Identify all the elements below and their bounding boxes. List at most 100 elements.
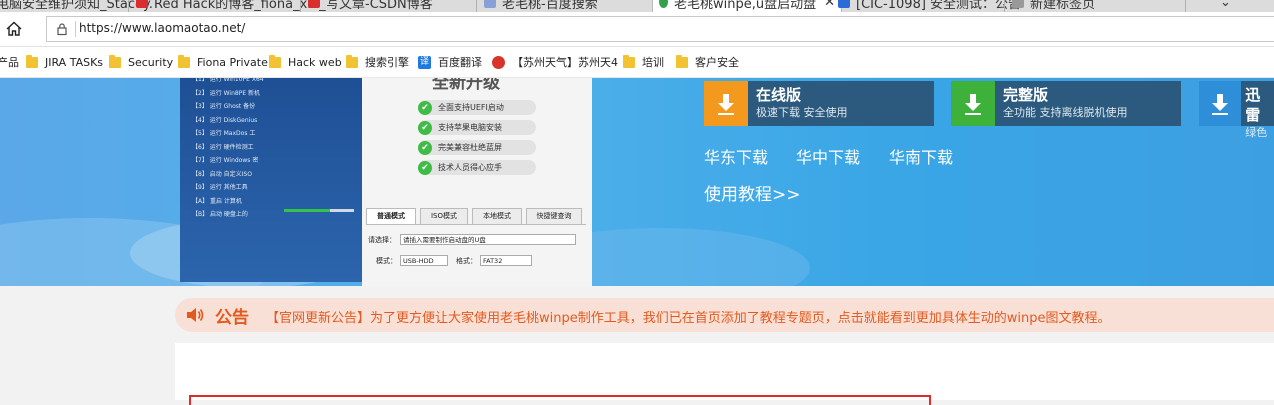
bookmark-fiona-private[interactable]: Fiona Private	[178, 54, 268, 70]
boot-item: 【8】 启动 自定义ISO	[192, 170, 252, 178]
bookmark-search-engines[interactable]: 搜索引擎	[346, 54, 409, 70]
bookmark-baidu-translate[interactable]: 译百度翻译	[418, 54, 482, 70]
mirror-central-link[interactable]: 华中下载	[796, 144, 860, 168]
tab-label: 写文章-CSDN博客	[326, 0, 433, 12]
mode-tab: 本地模式	[472, 208, 522, 224]
tab-separator	[1185, 0, 1186, 12]
bookmark-label: JIRA TASKs	[45, 55, 104, 69]
announcement-bar: 公告 【官网更新公告】为了更方便让大家使用老毛桃winpe制作工具，我们已在首页…	[175, 298, 1274, 332]
bookmark-label: 培训	[642, 56, 664, 69]
bookmark-products[interactable]: 产品	[0, 54, 19, 70]
chevron-down-icon[interactable]: ⌄	[1220, 0, 1231, 12]
tool-window-screenshot: 全新升级 ✔ 全面支持UEFI启动 ✔ 支持苹果电脑安装 ✔ 完美兼容杜绝蓝屏 ✔ 技术…	[362, 78, 592, 286]
download-icon	[1199, 81, 1242, 126]
download-icon	[951, 81, 995, 126]
tab-4[interactable]: 老毛桃-百度搜索	[484, 0, 598, 12]
check-icon: ✔	[418, 140, 432, 155]
mode-tab: ISO模式	[420, 208, 468, 224]
mirror-east-link[interactable]: 华东下载	[704, 144, 768, 168]
boot-item: 【4】 运行 DiskGenius	[192, 116, 258, 124]
url-separator	[75, 21, 76, 37]
download-title: 完整版	[1003, 86, 1049, 104]
bookmark-security[interactable]: Security	[109, 54, 173, 70]
download-online-button[interactable]: 在线版 极速下载 安全使用	[704, 81, 934, 126]
feature-item: ✔ 技术人员得心应手	[418, 160, 536, 175]
bookmarks-bar: 产品 JIRA TASKs Security Fiona Private Hac…	[0, 47, 1274, 78]
bookmark-customer-security[interactable]: 客户安全	[676, 54, 739, 70]
bookmark-training[interactable]: 培训	[623, 54, 664, 70]
folder-icon	[346, 54, 358, 68]
boot-menu-screenshot: 【1】 运行 Win10PE X64 【2】 运行 Win8PE 新机 【3】 …	[180, 78, 370, 282]
bookmark-label: Security	[128, 55, 174, 69]
tab-separator	[1004, 0, 1005, 12]
tab-strip: 电脑安全维护须知_Stacey. Red Hack的博客_fiona_xin_ …	[0, 0, 1274, 12]
mirror-south-link[interactable]: 华南下载	[889, 144, 953, 168]
boot-item: 【A】 重启 计算机	[192, 197, 242, 205]
bookmark-label: Fiona Private	[197, 55, 268, 69]
url-input[interactable]: https://www.laomaotao.net/	[46, 16, 1274, 42]
address-bar: https://www.laomaotao.net/	[0, 12, 1274, 47]
csdn-favicon-icon	[136, 0, 148, 8]
boot-item: 【1】 运行 Win10PE X64	[192, 78, 264, 83]
tab-6[interactable]: [CIC-1098] 安全测试：公告	[838, 0, 1021, 12]
bookmark-label: 【苏州天气】苏州天4	[512, 56, 618, 69]
tab-label: 新建标签页	[1030, 0, 1096, 12]
tab-1[interactable]: 电脑安全维护须知_Stacey.	[0, 0, 153, 12]
format-select: FAT32	[480, 255, 532, 266]
usb-select: 请插入需要制作启动盘的U盘	[400, 234, 576, 245]
bookmark-hack-web[interactable]: Hack web	[269, 54, 342, 70]
search-page-icon	[484, 0, 496, 8]
download-thunder-button[interactable]: 迅雷 绿色	[1199, 81, 1274, 139]
mode-label: 模式：	[376, 257, 397, 265]
home-icon[interactable]	[4, 19, 24, 39]
bookmark-jira-tasks[interactable]: JIRA TASKs	[26, 54, 103, 70]
tab-3[interactable]: 写文章-CSDN博客	[308, 0, 433, 12]
lock-icon[interactable]	[55, 22, 69, 36]
csdn-favicon-icon	[308, 0, 320, 8]
content-red-box	[189, 395, 931, 405]
bookmark-label: 百度翻译	[438, 56, 482, 69]
folder-icon	[676, 54, 688, 68]
download-title: 在线版	[756, 86, 802, 104]
format-label: 格式：	[456, 257, 477, 265]
folder-icon	[26, 54, 38, 68]
download-full-button[interactable]: 完整版 全功能 支持离线脱机使用	[951, 81, 1181, 126]
folder-icon	[109, 54, 121, 68]
bookmark-suzhou-weather[interactable]: 【苏州天气】苏州天4	[492, 54, 618, 70]
tab-label: [CIC-1098] 安全测试：公告	[856, 0, 1022, 12]
speaker-icon	[187, 308, 204, 322]
tab-separator	[128, 0, 129, 12]
feature-item: ✔ 全面支持UEFI启动	[418, 100, 536, 115]
hero-banner: 【1】 运行 Win10PE X64 【2】 运行 Win8PE 新机 【3】 …	[0, 78, 1274, 286]
tab-label: 老毛桃winpe,u盘启动盘	[673, 0, 817, 12]
folder-icon	[623, 54, 635, 68]
boot-item: 【9】 运行 其他工具	[192, 184, 248, 191]
tab-separator	[476, 0, 477, 12]
tab-7[interactable]: 新建标签页	[1012, 0, 1095, 12]
tutorial-link[interactable]: 使用教程>>	[704, 180, 801, 205]
announcement-link[interactable]: 【官网更新公告】为了更方便让大家使用老毛桃winpe制作工具，我们已在首页添加了…	[266, 307, 1110, 326]
boot-item: 【6】 运行 硬件检测工	[192, 143, 254, 151]
translate-icon: 译	[418, 55, 431, 69]
download-subtitle: 全功能 支持离线脱机使用	[1003, 106, 1128, 119]
close-icon[interactable]: ✕	[824, 0, 835, 10]
folder-icon	[178, 54, 190, 68]
bookmark-label: 产品	[0, 56, 19, 69]
tab-2[interactable]: Red Hack的博客_fiona_xin_	[136, 0, 326, 12]
boot-item: 【5】 运行 MaxDos 工	[192, 130, 256, 137]
url-text[interactable]: https://www.laomaotao.net/	[79, 21, 245, 35]
boot-progress-bar	[284, 209, 354, 212]
bookmark-label: Hack web	[288, 55, 342, 69]
tab-label: 电脑安全维护须知_Stacey.	[0, 0, 153, 12]
tab-active[interactable]: 老毛桃winpe,u盘启动盘 ✕	[652, 0, 842, 12]
download-subtitle: 极速下载 安全使用	[756, 106, 848, 119]
weather-icon	[492, 55, 505, 69]
download-title: 迅雷	[1245, 86, 1261, 124]
main-content	[175, 343, 1274, 405]
announcement-label: 公告	[215, 308, 249, 328]
jira-favicon-icon	[838, 0, 850, 8]
mode-tab: 快捷键查询	[526, 208, 582, 224]
bookmark-label: 客户安全	[695, 56, 739, 69]
folder-icon	[269, 54, 281, 68]
tool-window-title: 全新升级	[432, 78, 500, 93]
